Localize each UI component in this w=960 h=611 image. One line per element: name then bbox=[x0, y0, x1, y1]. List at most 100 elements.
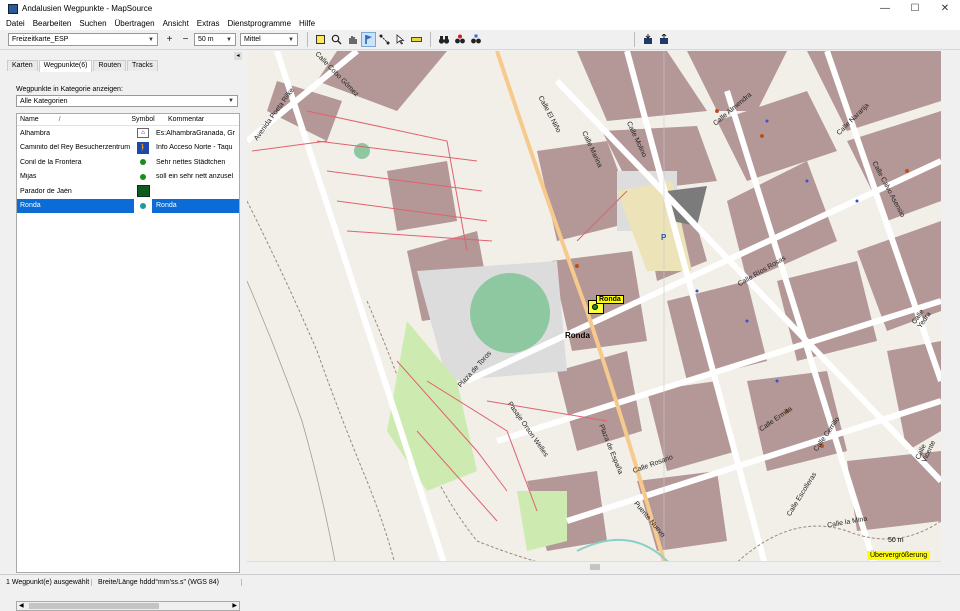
museum-icon: ⌂ bbox=[137, 128, 149, 139]
waypoint-list: Name / Symbol Kommentar Alhambra ⌂ Es:Alh… bbox=[16, 113, 240, 573]
category-select[interactable]: Alle Kategorien ▼ bbox=[16, 95, 238, 107]
zoom-scale-select[interactable]: 50 m ▼ bbox=[194, 33, 236, 46]
column-comment-label: Kommentar bbox=[168, 116, 205, 123]
zoom-in-icon: + bbox=[166, 34, 173, 45]
tab-routen[interactable]: Routen bbox=[93, 60, 127, 71]
send-to-device-icon bbox=[659, 34, 668, 44]
waypoint-name: Conil de la Frontera bbox=[20, 158, 82, 166]
scale-label: 50 m bbox=[888, 537, 904, 544]
detail-level-value: Mittel bbox=[244, 36, 261, 43]
waypoint-name: Mijas bbox=[20, 173, 37, 181]
find-nearby-button[interactable] bbox=[452, 32, 467, 47]
receive-from-device-icon bbox=[643, 34, 652, 44]
left-panel: ◂ Karten Wegpunkte(6) Routen Tracks Wegp… bbox=[5, 51, 242, 611]
binoculars-address-icon bbox=[470, 34, 481, 44]
map-tool-button[interactable] bbox=[313, 32, 328, 47]
menu-datei[interactable]: Datei bbox=[6, 19, 25, 28]
place-label: Ronda bbox=[565, 331, 590, 340]
binoculars-pin-icon bbox=[454, 34, 465, 44]
maximize-button[interactable]: ☐ bbox=[900, 0, 930, 17]
select-tool-button[interactable] bbox=[393, 32, 408, 47]
minimize-button[interactable]: — bbox=[870, 0, 900, 17]
menu-ansicht[interactable]: Ansicht bbox=[163, 19, 189, 28]
waypoint-name: Parador de Jaén bbox=[20, 187, 72, 195]
table-row[interactable]: Conil de la Frontera Sehr nettes Städtch… bbox=[17, 155, 239, 170]
menu-hilfe[interactable]: Hilfe bbox=[299, 19, 315, 28]
scroll-thumb[interactable] bbox=[590, 564, 600, 570]
hiker-icon: 🚶 bbox=[137, 141, 149, 154]
tab-wegpunkte[interactable]: Wegpunkte(6) bbox=[38, 60, 93, 72]
menu-extras[interactable]: Extras bbox=[197, 19, 220, 28]
receive-from-device-button[interactable] bbox=[640, 32, 655, 47]
waypoint-tool-button[interactable] bbox=[361, 32, 376, 47]
menu-dienstprogramme[interactable]: Dienstprogramme bbox=[227, 19, 291, 28]
map-view[interactable]: Avenida Poeta Rilke Calle Cobo Gómez Cal… bbox=[247, 51, 941, 572]
close-button[interactable]: ✕ bbox=[930, 0, 960, 17]
mapsource-app-icon bbox=[8, 3, 18, 14]
menu-uebertragen[interactable]: Übertragen bbox=[115, 19, 155, 28]
arrow-cursor-icon bbox=[396, 34, 405, 45]
menu-bar: Datei Bearbeiten Suchen Übertragen Ansic… bbox=[0, 17, 960, 30]
measure-tool-button[interactable] bbox=[409, 32, 424, 47]
waypoint-comment: Es:AlhambraGranada, Gr bbox=[156, 129, 235, 137]
scroll-left-icon[interactable]: ◀ bbox=[19, 602, 24, 609]
waypoint-list-header: Name / Symbol Kommentar bbox=[17, 114, 239, 126]
route-icon bbox=[379, 34, 390, 45]
map-vertical-scrollbar[interactable] bbox=[942, 51, 960, 572]
table-row[interactable]: Alhambra ⌂ Es:AlhambraGranada, Gr bbox=[17, 126, 239, 141]
table-row[interactable]: Caminito del Rey Besucherzentrum 🚶 Info … bbox=[17, 141, 239, 156]
list-horizontal-scrollbar[interactable]: ◀ ▶ bbox=[16, 601, 240, 611]
toolbar-separator bbox=[430, 32, 431, 47]
green-dot-icon bbox=[140, 173, 146, 180]
chevron-down-icon: ▼ bbox=[226, 36, 232, 43]
waypoint-label[interactable]: Ronda bbox=[596, 295, 624, 304]
panel-close-button[interactable]: ◂ bbox=[234, 52, 242, 60]
menu-bearbeiten[interactable]: Bearbeiten bbox=[33, 19, 72, 28]
column-name-label: Name bbox=[20, 116, 39, 123]
send-to-device-button[interactable] bbox=[656, 32, 671, 47]
scroll-thumb[interactable] bbox=[29, 603, 159, 609]
table-row-selected[interactable]: Ronda Ronda bbox=[17, 198, 239, 213]
column-name-header[interactable]: Name / bbox=[17, 116, 134, 123]
map-product-select[interactable]: Freizeitkarte_ESP ▼ bbox=[8, 33, 158, 46]
scroll-right-icon[interactable]: ▶ bbox=[232, 602, 237, 609]
table-row[interactable]: Parador de Jaén bbox=[17, 184, 239, 199]
green-dot-icon bbox=[140, 159, 146, 166]
pan-tool-button[interactable] bbox=[345, 32, 360, 47]
toolbar: Freizeitkarte_ESP ▼ + − 50 m ▼ Mittel ▼ bbox=[0, 30, 960, 50]
green-dot-icon bbox=[592, 304, 598, 310]
waypoint-name: Alhambra bbox=[20, 129, 50, 137]
waypoint-name: Caminito del Rey Besucherzentrum bbox=[20, 144, 131, 152]
sort-indicator: / bbox=[58, 116, 61, 123]
selection-status: 1 Wegpunkt(e) ausgewählt bbox=[0, 579, 92, 586]
category-value: Alle Kategorien bbox=[20, 97, 68, 105]
zoom-out-button[interactable]: − bbox=[178, 32, 193, 47]
chevron-down-icon: ▼ bbox=[288, 36, 294, 43]
chevron-down-icon: ▼ bbox=[228, 98, 234, 104]
column-comment-header[interactable]: Kommentar bbox=[152, 116, 239, 123]
route-tool-button[interactable] bbox=[377, 32, 392, 47]
title-bar: Andalusien Wegpunkte - MapSource — ☐ ✕ bbox=[0, 0, 960, 17]
table-row[interactable]: Mijas soll ein sehr nett anzusel bbox=[17, 170, 239, 185]
hand-icon bbox=[349, 36, 357, 44]
toolbar-separator bbox=[307, 32, 308, 47]
waypoint-name: Ronda bbox=[17, 198, 134, 213]
tab-tracks[interactable]: Tracks bbox=[127, 60, 158, 71]
menu-suchen[interactable]: Suchen bbox=[79, 19, 106, 28]
detail-level-select[interactable]: Mittel ▼ bbox=[240, 33, 298, 46]
find-address-button[interactable] bbox=[468, 32, 483, 47]
tab-karten[interactable]: Karten bbox=[7, 60, 38, 71]
parking-label: P bbox=[661, 233, 667, 242]
coordinate-format: Breite/Länge hddd°mm'ss.s" (WGS 84) bbox=[92, 579, 242, 586]
column-symbol-header[interactable]: Symbol bbox=[131, 116, 154, 123]
park-icon bbox=[136, 185, 150, 198]
zoom-out-icon: − bbox=[182, 34, 189, 45]
map-horizontal-scrollbar[interactable] bbox=[247, 561, 941, 572]
window-title: Andalusien Wegpunkte - MapSource bbox=[22, 4, 153, 13]
find-places-button[interactable] bbox=[436, 32, 451, 47]
map-product-value: Freizeitkarte_ESP bbox=[12, 36, 69, 43]
zoom-in-button[interactable]: + bbox=[162, 32, 177, 47]
zoom-tool-button[interactable] bbox=[329, 32, 344, 47]
chevron-down-icon: ▼ bbox=[148, 36, 154, 43]
status-bar: 1 Wegpunkt(e) ausgewählt Breite/Länge hd… bbox=[0, 574, 960, 590]
